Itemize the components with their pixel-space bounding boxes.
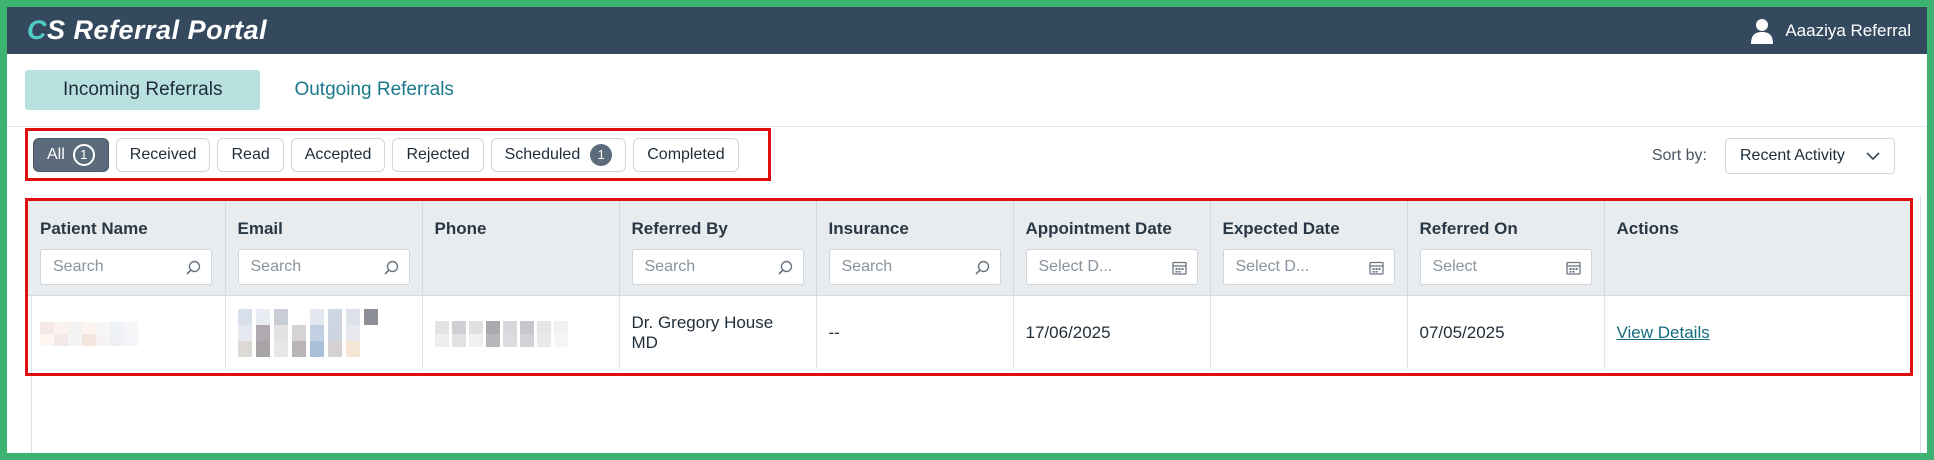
filter-placeholder: Select <box>1432 258 1477 275</box>
insurance-search-input[interactable]: Search <box>828 249 1001 285</box>
filter-chip-label: Received <box>129 145 197 163</box>
cell-patient-name <box>28 295 226 369</box>
table-header-row: Patient Name Search Email Search Phone R… <box>28 201 1910 296</box>
filter-chip-completed[interactable]: Completed <box>633 137 739 172</box>
sort-select[interactable]: Recent Activity <box>1725 138 1895 174</box>
filter-chip-accepted[interactable]: Accepted <box>290 137 386 172</box>
column-header-label: Actions <box>1616 219 1679 238</box>
appointment-date-picker[interactable]: Select D... <box>1025 249 1198 285</box>
cell-insurance: -- <box>816 295 1014 369</box>
filter-chip-received[interactable]: Received <box>115 137 211 172</box>
column-appointment-date: Appointment Date Select D... <box>1013 201 1211 296</box>
referred-on-date-picker[interactable]: Select <box>1419 249 1592 285</box>
column-header-label: Referred On <box>1419 219 1518 238</box>
column-email: Email Search <box>225 201 423 296</box>
column-header-label: Email <box>237 219 283 238</box>
filter-chip-label: All <box>47 145 65 163</box>
column-patient-name: Patient Name Search <box>28 201 226 296</box>
calendar-icon <box>1368 261 1384 275</box>
calendar-icon <box>1171 261 1187 275</box>
column-header-label: Referred By <box>631 219 728 238</box>
column-insurance: Insurance Search <box>816 201 1014 296</box>
filter-chip-label: Read <box>231 145 270 163</box>
search-icon <box>383 260 398 275</box>
filter-chip-label: Rejected <box>406 145 470 163</box>
column-header-label: Phone <box>434 219 487 238</box>
email-search-input[interactable]: Search <box>237 249 410 285</box>
referrals-table: Patient Name Search Email Search Phone R… <box>28 201 1910 369</box>
referred-by-search-input[interactable]: Search <box>631 249 804 285</box>
search-icon <box>777 260 792 275</box>
cell-appointment-date: 17/06/2025 <box>1013 295 1211 369</box>
column-referred-on: Referred On Select <box>1407 201 1605 296</box>
column-header-label: Appointment Date <box>1025 219 1172 238</box>
sort-control: Sort by: Recent Activity <box>1652 138 1895 174</box>
filter-placeholder: Search <box>841 258 893 275</box>
filter-placeholder: Select D... <box>1235 258 1310 275</box>
table-row: Dr. Gregory House MD -- 17/06/2025 07/05… <box>28 295 1910 369</box>
search-icon <box>974 260 989 275</box>
filter-chip-all[interactable]: All 1 <box>33 137 109 172</box>
column-referred-by: Referred By Search <box>619 201 817 296</box>
app-title: S Referral Portal <box>47 15 268 45</box>
tab-outgoing-referrals[interactable]: Outgoing Referrals <box>294 70 453 110</box>
cell-referred-on: 07/05/2025 <box>1407 295 1605 369</box>
redacted-patient-name <box>40 322 152 346</box>
column-header-label: Insurance <box>828 219 909 238</box>
cell-referred-by: Dr. Gregory House MD <box>619 295 817 369</box>
expected-date-picker[interactable]: Select D... <box>1222 249 1395 285</box>
redacted-phone <box>434 320 571 347</box>
sort-value: Recent Activity <box>1740 147 1845 164</box>
redacted-email <box>237 308 382 357</box>
user-name: Aaaziya Referral <box>1785 20 1911 40</box>
user-menu[interactable]: Aaaziya Referral <box>1751 18 1911 44</box>
view-details-link[interactable]: View Details <box>1617 323 1710 342</box>
tab-incoming-referrals[interactable]: Incoming Referrals <box>25 70 261 110</box>
cell-email <box>225 295 423 369</box>
sort-label: Sort by: <box>1651 147 1707 164</box>
filter-chip-rejected[interactable]: Rejected <box>392 137 484 172</box>
user-icon <box>1751 18 1774 44</box>
referrals-table-container: Patient Name Search Email Search Phone R… <box>25 198 1913 376</box>
filter-placeholder: Search <box>644 258 696 275</box>
status-filter-bar: All 1 Received Read Accepted Rejected Sc… <box>25 128 771 181</box>
column-header-label: Patient Name <box>40 219 148 238</box>
filter-chip-label: Completed <box>647 145 725 163</box>
filter-chip-label: Scheduled <box>504 145 581 163</box>
cell-phone <box>422 295 620 369</box>
filter-chip-scheduled[interactable]: Scheduled 1 <box>490 137 627 172</box>
app-frame: CS Referral Portal Aaaziya Referral Inco… <box>0 0 1934 460</box>
filter-count-badge: 1 <box>590 143 613 166</box>
filter-chip-label: Accepted <box>304 145 372 163</box>
top-bar: CS Referral Portal Aaaziya Referral <box>7 7 1927 54</box>
app-logo: CS Referral Portal <box>27 15 267 46</box>
filter-chip-read[interactable]: Read <box>217 137 284 172</box>
chevron-down-icon <box>1866 151 1880 160</box>
column-header-label: Expected Date <box>1222 219 1340 238</box>
filter-placeholder: Search <box>53 258 104 275</box>
cell-actions: View Details <box>1604 295 1910 369</box>
filter-count-badge: 1 <box>72 143 95 166</box>
patient-name-search-input[interactable]: Search <box>40 249 212 285</box>
cell-expected-date <box>1210 295 1408 369</box>
calendar-icon <box>1565 261 1581 275</box>
column-expected-date: Expected Date Select D... <box>1210 201 1408 296</box>
referral-tabs: Incoming Referrals Outgoing Referrals <box>7 54 1927 127</box>
column-actions: Actions <box>1604 201 1910 296</box>
search-icon <box>186 260 201 275</box>
column-phone: Phone <box>422 201 620 296</box>
filter-placeholder: Select D... <box>1038 258 1113 275</box>
logo-letter: C <box>27 15 47 45</box>
filter-placeholder: Search <box>250 258 302 275</box>
